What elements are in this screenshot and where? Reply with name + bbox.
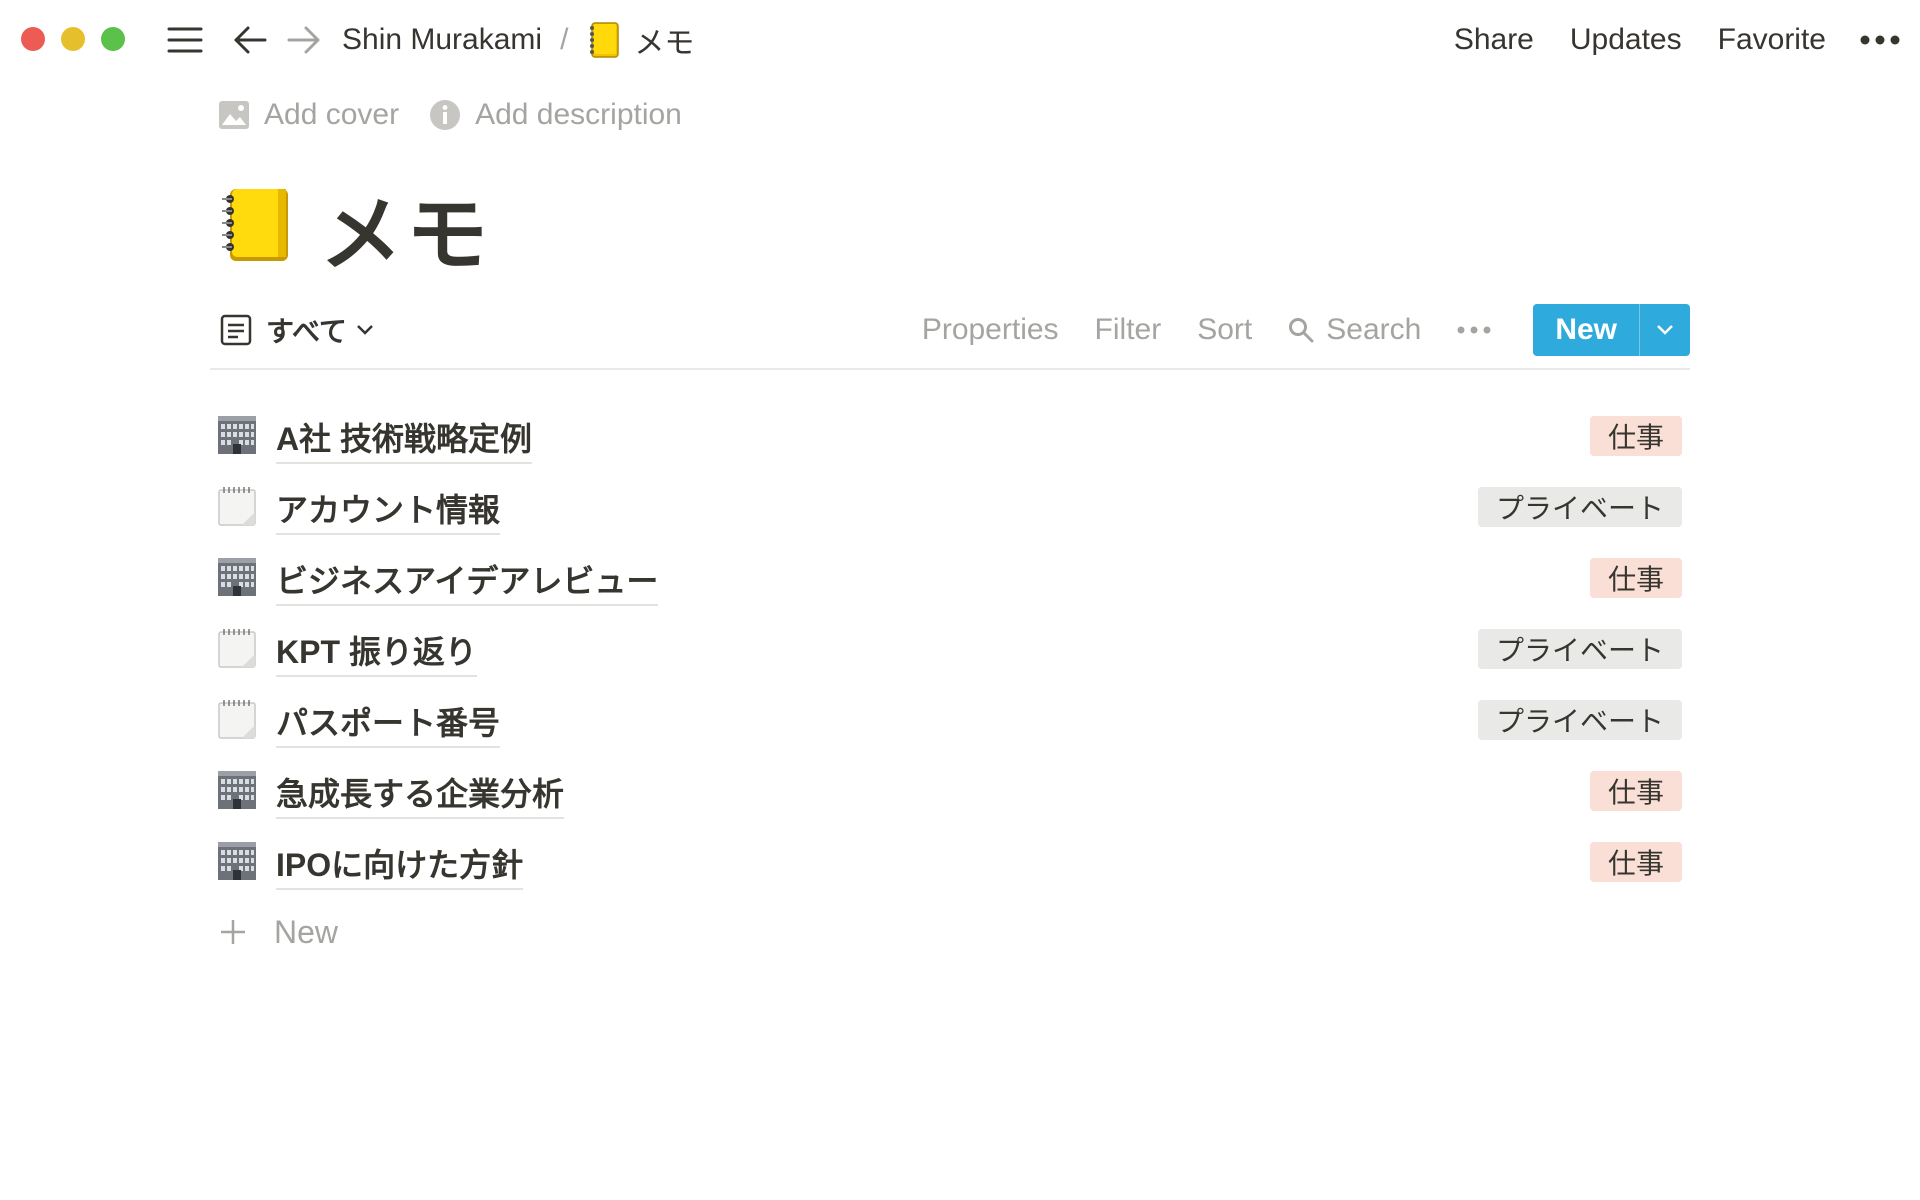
spiral-notepad-icon (218, 700, 256, 739)
tag-badge: プライベート (1477, 487, 1682, 527)
tag-badge: プライベート (1477, 629, 1682, 669)
row-title[interactable]: アカウント情報 (276, 485, 501, 535)
new-button[interactable]: New (1533, 304, 1639, 356)
sidebar-toggle-icon[interactable] (163, 18, 207, 62)
view-name: すべて (266, 316, 347, 347)
tag-badge: 仕事 (1589, 558, 1682, 598)
view-toolbar: すべて Properties Filter Sort Search New (210, 296, 1690, 370)
more-icon[interactable] (1457, 326, 1503, 334)
list-view-icon (220, 314, 252, 346)
add-description-label: Add description (475, 98, 682, 131)
spiral-notepad-icon (218, 487, 256, 526)
list-item[interactable]: 急成長する企業分析 仕事 (210, 755, 1690, 826)
image-icon (219, 101, 249, 129)
close-window-button[interactable] (21, 27, 45, 51)
title-bar: Shin Murakami / メモ Share Updates Favorit… (0, 0, 1920, 80)
sort-button[interactable]: Sort (1197, 313, 1252, 347)
page-list: A社 技術戦略定例 仕事 アカウント情報 プライベート ビジネスアイデアレビュー… (210, 400, 1690, 897)
add-new-row-button[interactable]: New (210, 905, 338, 959)
chevron-down-icon (1657, 325, 1673, 335)
row-title[interactable]: KPT 振り返り (276, 627, 477, 677)
breadcrumb-separator: / (560, 23, 569, 56)
row-title[interactable]: パスポート番号 (276, 698, 501, 748)
list-item[interactable]: ビジネスアイデアレビュー 仕事 (210, 542, 1690, 613)
add-cover-button[interactable]: Add cover (218, 98, 399, 132)
forward-arrow-icon[interactable] (282, 18, 326, 62)
chevron-down-icon (355, 323, 375, 337)
tag-badge: 仕事 (1589, 416, 1682, 456)
page-title-row: メモ (218, 168, 492, 287)
favorite-button[interactable]: Favorite (1718, 23, 1826, 57)
search-button[interactable]: Search (1288, 313, 1421, 347)
row-title[interactable]: 急成長する企業分析 (276, 769, 565, 819)
maximize-window-button[interactable] (101, 27, 125, 51)
row-title[interactable]: ビジネスアイデアレビュー (276, 556, 659, 606)
tag-badge: プライベート (1477, 700, 1682, 740)
view-selector[interactable]: すべて (220, 310, 375, 350)
list-item[interactable]: A社 技術戦略定例 仕事 (210, 400, 1690, 471)
page-title[interactable]: メモ (320, 168, 492, 287)
tag-badge: 仕事 (1589, 771, 1682, 811)
list-item[interactable]: KPT 振り返り プライベート (210, 613, 1690, 684)
more-options-icon[interactable] (1860, 35, 1900, 45)
add-cover-label: Add cover (264, 98, 400, 131)
plus-icon (218, 917, 274, 947)
topbar-actions: Share Updates Favorite (1418, 18, 1900, 62)
info-icon (430, 100, 461, 130)
breadcrumb-page[interactable]: メモ (634, 18, 694, 62)
list-item[interactable]: アカウント情報 プライベート (210, 471, 1690, 542)
office-building-icon (218, 771, 256, 809)
list-item[interactable]: IPOに向けた方針 仕事 (210, 826, 1690, 897)
notebook-icon (586, 21, 620, 59)
office-building-icon (218, 416, 256, 454)
office-building-icon (218, 842, 256, 880)
breadcrumb: Shin Murakami / メモ (342, 18, 694, 62)
view-tools: Properties Filter Sort Search New (886, 304, 1690, 356)
back-arrow-icon[interactable] (228, 18, 272, 62)
filter-button[interactable]: Filter (1095, 313, 1162, 347)
page-controls: Add cover Add description (218, 98, 712, 132)
updates-button[interactable]: Updates (1570, 23, 1682, 57)
properties-button[interactable]: Properties (922, 313, 1059, 347)
minimize-window-button[interactable] (61, 27, 85, 51)
row-title[interactable]: IPOに向けた方針 (276, 840, 524, 890)
new-button-group: New (1533, 304, 1690, 356)
row-title[interactable]: A社 技術戦略定例 (276, 414, 533, 464)
breadcrumb-workspace[interactable]: Shin Murakami (342, 23, 542, 57)
add-description-button[interactable]: Add description (429, 98, 682, 132)
add-new-label: New (274, 913, 339, 950)
office-building-icon (218, 558, 256, 596)
tag-badge: 仕事 (1589, 842, 1682, 882)
search-icon (1289, 318, 1314, 343)
spiral-notepad-icon (218, 629, 256, 668)
notebook-icon[interactable] (218, 185, 292, 270)
new-dropdown-button[interactable] (1639, 304, 1690, 356)
share-button[interactable]: Share (1454, 23, 1534, 57)
list-item[interactable]: パスポート番号 プライベート (210, 684, 1690, 755)
search-label: Search (1326, 313, 1422, 346)
